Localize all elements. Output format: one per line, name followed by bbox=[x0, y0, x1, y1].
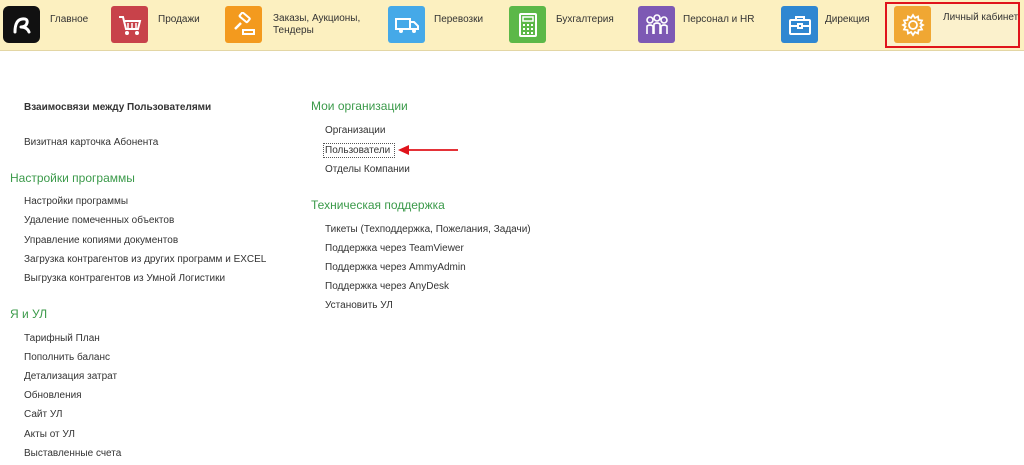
nav-item-main[interactable]: Главное bbox=[0, 0, 108, 50]
nav-item-sales[interactable]: Продажи bbox=[108, 0, 222, 50]
link-tariff-plan[interactable]: Тарифный План bbox=[24, 333, 100, 344]
section-title-my-orgs: Мои организации bbox=[311, 99, 408, 113]
link-updates[interactable]: Обновления bbox=[24, 390, 82, 401]
link-top-up-balance[interactable]: Пополнить баланс bbox=[24, 352, 110, 363]
annotation-arrow-icon bbox=[398, 145, 458, 155]
link-subscriber-card[interactable]: Визитная карточка Абонента bbox=[24, 137, 158, 148]
nav-label-accounting: Бухгалтерия bbox=[556, 14, 614, 25]
link-support-anydesk[interactable]: Поддержка через AnyDesk bbox=[325, 281, 449, 292]
link-import-contractors[interactable]: Загрузка контрагентов из других программ… bbox=[24, 254, 266, 265]
link-export-contractors[interactable]: Выгрузка контрагентов из Умной Логистики bbox=[24, 273, 225, 284]
nav-label-orders: Заказы, Аукционы, Тендеры bbox=[273, 13, 361, 36]
nav-label-main: Главное bbox=[50, 14, 89, 25]
top-nav-bar: Главное Продажи Заказы, Аукционы, Тендер… bbox=[0, 0, 1024, 51]
calculator-icon bbox=[509, 6, 546, 43]
nav-item-hr[interactable]: Персонал и HR bbox=[636, 0, 779, 50]
link-organizations[interactable]: Организации bbox=[325, 125, 385, 136]
nav-label-management: Дирекция bbox=[825, 14, 870, 25]
nav-item-accounting[interactable]: Бухгалтерия bbox=[506, 0, 636, 50]
link-company-departments[interactable]: Отделы Компании bbox=[325, 164, 410, 175]
link-users[interactable]: Пользователи bbox=[323, 143, 395, 158]
briefcase-icon bbox=[781, 6, 818, 43]
gear-icon bbox=[894, 6, 931, 43]
nav-label-transport: Перевозки bbox=[434, 14, 484, 25]
nav-item-transport[interactable]: Перевозки bbox=[386, 0, 506, 50]
link-user-relations[interactable]: Взаимосвязи между Пользователями bbox=[24, 102, 211, 113]
logo-icon bbox=[3, 6, 40, 43]
link-cost-details[interactable]: Детализация затрат bbox=[24, 371, 117, 382]
nav-item-personal-account[interactable]: Личный кабинет bbox=[887, 0, 1020, 50]
people-icon bbox=[638, 6, 675, 43]
link-issued-invoices[interactable]: Выставленные счета bbox=[24, 448, 121, 459]
link-tickets[interactable]: Тикеты (Техподдержка, Пожелания, Задачи) bbox=[325, 224, 531, 235]
section-title-support: Техническая поддержка bbox=[311, 198, 445, 212]
nav-item-management[interactable]: Дирекция bbox=[779, 0, 885, 50]
truck-icon bbox=[388, 6, 425, 43]
link-support-teamviewer[interactable]: Поддержка через TeamViewer bbox=[325, 243, 464, 254]
nav-label-hr: Персонал и HR bbox=[683, 14, 755, 25]
link-backup-management[interactable]: Управление копиями документов bbox=[24, 235, 178, 246]
section-title-settings: Настройки программы bbox=[10, 171, 135, 185]
link-ul-acts[interactable]: Акты от УЛ bbox=[24, 429, 75, 440]
section-title-ul: Я и УЛ bbox=[10, 307, 48, 321]
cart-icon bbox=[111, 6, 148, 43]
link-ul-site[interactable]: Сайт УЛ bbox=[24, 409, 62, 420]
nav-item-orders[interactable]: Заказы, Аукционы, Тендеры bbox=[222, 0, 386, 50]
auction-icon bbox=[225, 6, 262, 43]
link-support-ammyadmin[interactable]: Поддержка через AmmyAdmin bbox=[325, 262, 466, 273]
link-install-ul[interactable]: Установить УЛ bbox=[325, 300, 393, 311]
nav-label-personal-account: Личный кабинет bbox=[943, 12, 1019, 23]
link-settings[interactable]: Настройки программы bbox=[24, 196, 128, 207]
link-delete-marked[interactable]: Удаление помеченных объектов bbox=[24, 215, 174, 226]
nav-label-sales: Продажи bbox=[158, 14, 200, 25]
